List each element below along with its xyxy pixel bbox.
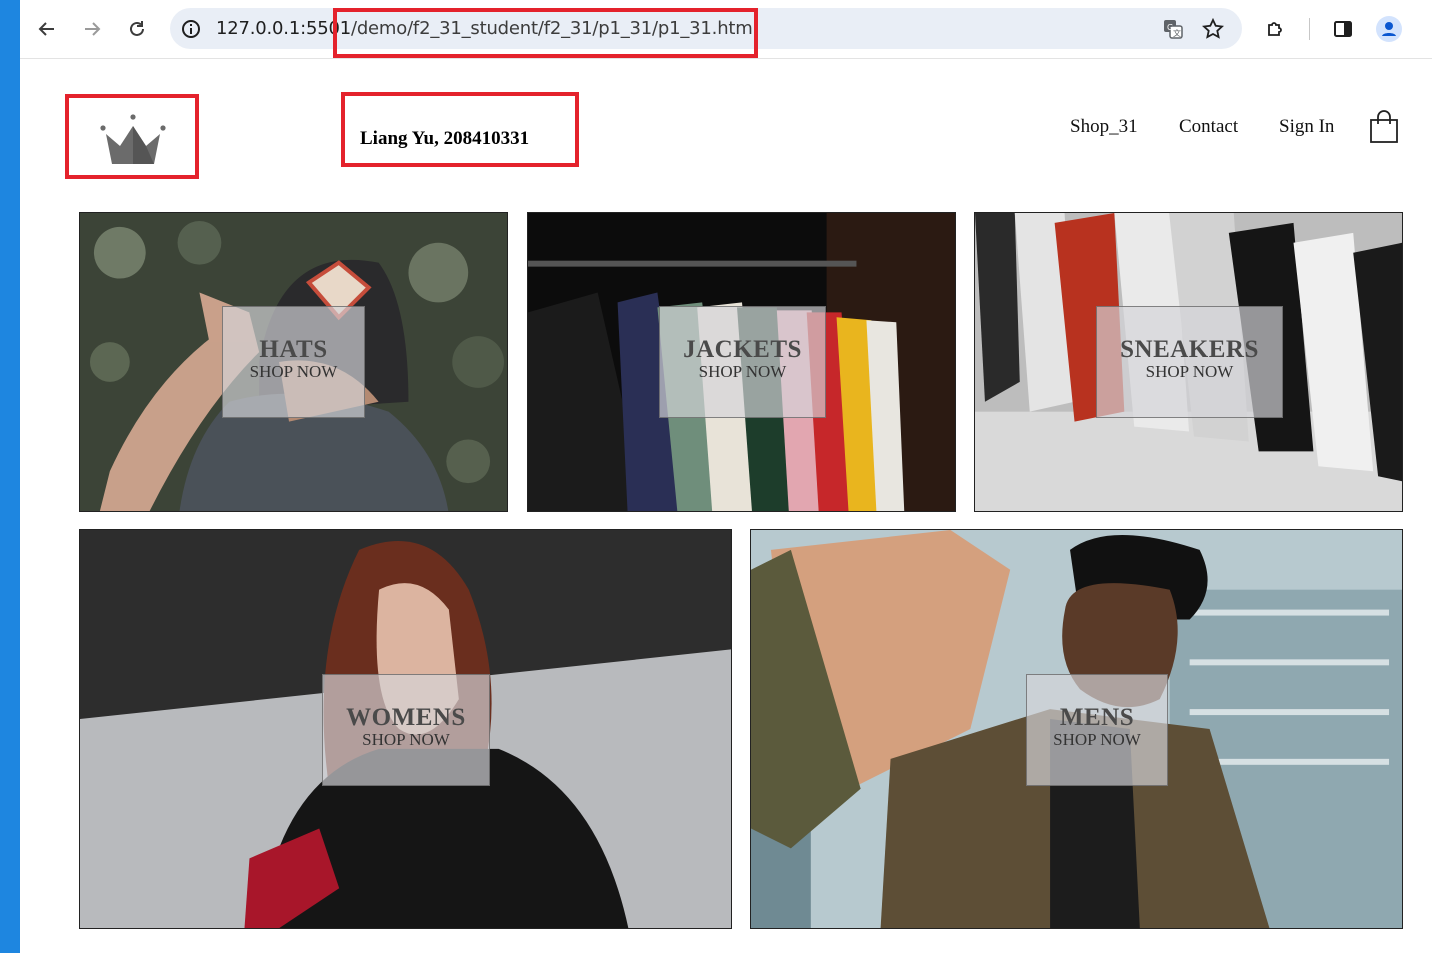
- jackets-label-box[interactable]: JACKETS SHOP NOW: [659, 306, 826, 418]
- category-tile-womens[interactable]: WOMENS SHOP NOW: [79, 529, 732, 929]
- site-info-icon[interactable]: [180, 18, 202, 40]
- category-tile-hats[interactable]: HATS SHOP NOW: [79, 212, 508, 512]
- puzzle-icon: [1268, 22, 1282, 36]
- reload-button[interactable]: [122, 14, 152, 44]
- shop-now-link[interactable]: SHOP NOW: [660, 363, 825, 381]
- forward-arrow-icon: [85, 22, 101, 36]
- forward-button[interactable]: [77, 14, 107, 44]
- category-tile-mens[interactable]: MENS SHOP NOW: [750, 529, 1403, 929]
- category-title: WOMENS: [346, 704, 466, 731]
- category-tile-jackets[interactable]: JACKETS SHOP NOW: [527, 212, 956, 512]
- toolbar-separator: [1309, 18, 1310, 40]
- sneakers-label-box[interactable]: SNEAKERS SHOP NOW: [1096, 306, 1283, 418]
- bookmark-star-icon[interactable]: [1202, 18, 1224, 40]
- category-title: HATS: [259, 336, 328, 363]
- nav-link-sign-in[interactable]: Sign In: [1279, 116, 1334, 138]
- category-title: JACKETS: [683, 336, 802, 363]
- mens-label-box[interactable]: MENS SHOP NOW: [1026, 674, 1168, 786]
- shop-now-link[interactable]: SHOP NOW: [1097, 363, 1282, 381]
- hats-label-box[interactable]: HATS SHOP NOW: [222, 306, 365, 418]
- translate-icon[interactable]: G文: [1162, 18, 1184, 40]
- shop-now-link[interactable]: SHOP NOW: [323, 731, 489, 749]
- svg-text:文: 文: [1173, 28, 1181, 38]
- back-arrow-icon: [38, 22, 54, 36]
- annotation-box-logo: [65, 94, 199, 179]
- desktop-background: [0, 0, 20, 953]
- nav-link-contact[interactable]: Contact: [1179, 116, 1238, 138]
- shop-now-link[interactable]: SHOP NOW: [1027, 731, 1167, 749]
- womens-label-box[interactable]: WOMENS SHOP NOW: [322, 674, 490, 786]
- shop-now-link[interactable]: SHOP NOW: [223, 363, 364, 381]
- category-title: SNEAKERS: [1120, 336, 1259, 363]
- profile-avatar[interactable]: [1376, 16, 1402, 42]
- reload-icon: [130, 21, 144, 36]
- nav-link-shop[interactable]: Shop_31: [1070, 116, 1138, 138]
- url-host: 127.0.0.1:5501: [216, 18, 351, 39]
- person-icon: [1382, 22, 1396, 36]
- annotation-box-url: [333, 8, 758, 58]
- annotation-box-student: [341, 92, 579, 167]
- side-panel-button[interactable]: [1328, 14, 1358, 44]
- category-title: MENS: [1059, 704, 1135, 731]
- category-tile-sneakers[interactable]: SNEAKERS SHOP NOW: [974, 212, 1403, 512]
- shopping-bag-icon[interactable]: [1369, 110, 1399, 144]
- back-button[interactable]: [32, 14, 62, 44]
- side-panel-icon: [1334, 21, 1352, 37]
- browser-window: 127.0.0.1:5501/demo/f2_31_student/f2_31/…: [20, 0, 1432, 953]
- extensions-button[interactable]: [1260, 14, 1290, 44]
